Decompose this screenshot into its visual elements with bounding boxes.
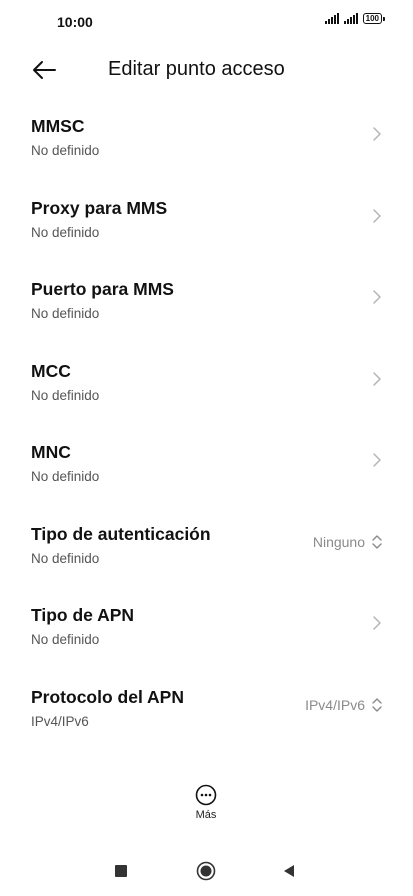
- status-bar: 10:00 100: [0, 0, 413, 48]
- row-mmsc[interactable]: MMSC No definido: [0, 108, 413, 190]
- status-time: 10:00: [57, 14, 93, 30]
- chevron-right-icon: [373, 453, 381, 467]
- row-tipo-apn[interactable]: Tipo de APN No definido: [0, 597, 413, 679]
- more-label: Más: [195, 809, 217, 821]
- row-value: Ninguno: [312, 533, 365, 550]
- row-subtitle: IPv4/IPv6: [31, 713, 89, 729]
- home-icon: [196, 861, 216, 881]
- row-subtitle: No definido: [31, 143, 100, 158]
- back-triangle-icon: [284, 865, 294, 877]
- more-button[interactable]: Más: [180, 784, 232, 830]
- row-label: Protocolo del APN: [31, 686, 184, 707]
- row-label: MNC: [31, 442, 71, 462]
- row-proxy-mms[interactable]: Proxy para MMS No definido: [0, 190, 413, 272]
- row-label: Proxy para MMS: [31, 197, 168, 218]
- row-subtitle: No definido: [31, 550, 100, 566]
- auth-type-select[interactable]: Ninguno: [313, 534, 383, 550]
- signal-icon: [343, 13, 358, 24]
- row-protocolo-apn[interactable]: Protocolo del APN IPv4/IPv6 IPv4/IPv6: [0, 679, 413, 761]
- status-icons: 100: [324, 13, 385, 24]
- row-subtitle: No definido: [31, 306, 100, 321]
- chevron-right-icon: [373, 127, 381, 141]
- recents-button[interactable]: [112, 862, 130, 880]
- row-label: MMSC: [31, 116, 85, 136]
- system-nav-bar: [0, 846, 413, 896]
- row-tipo-autenticacion[interactable]: Tipo de autenticación No definido Ningun…: [0, 516, 413, 598]
- up-down-icon: [372, 697, 382, 712]
- row-mnc[interactable]: MNC No definido: [0, 434, 413, 516]
- row-label: Tipo de APN: [31, 605, 135, 625]
- up-down-icon: [372, 534, 382, 549]
- chevron-right-icon: [373, 616, 381, 630]
- page-title: Editar punto acceso: [108, 58, 285, 80]
- row-puerto-mms[interactable]: Puerto para MMS No definido: [0, 271, 413, 353]
- battery-level: 100: [362, 13, 382, 24]
- chevron-right-icon: [373, 208, 381, 223]
- app-header: Editar punto acceso: [0, 48, 413, 92]
- settings-list: MMSC No definido Proxy para MMS No defin…: [0, 108, 413, 760]
- row-subtitle: No definido: [31, 632, 100, 647]
- home-button[interactable]: [196, 861, 216, 881]
- row-subtitle: No definido: [31, 224, 100, 240]
- row-label: Tipo de autenticación: [31, 523, 211, 544]
- row-value: IPv4/IPv6: [305, 696, 365, 713]
- more-circle-icon: [195, 784, 217, 806]
- recents-icon: [115, 865, 127, 877]
- row-subtitle: No definido: [31, 387, 100, 403]
- battery-icon: 100: [362, 13, 385, 24]
- row-label: MCC: [31, 360, 71, 381]
- back-nav-button[interactable]: [280, 862, 298, 880]
- back-button[interactable]: [30, 56, 58, 84]
- signal-icon: [324, 13, 339, 24]
- row-subtitle: No definido: [31, 469, 100, 484]
- row-mcc[interactable]: MCC No definido: [0, 353, 413, 435]
- chevron-right-icon: [373, 371, 381, 386]
- arrow-left-icon: [33, 61, 56, 79]
- row-label: Puerto para MMS: [31, 279, 174, 299]
- apn-protocol-select[interactable]: IPv4/IPv6: [305, 697, 383, 713]
- chevron-right-icon: [373, 290, 381, 304]
